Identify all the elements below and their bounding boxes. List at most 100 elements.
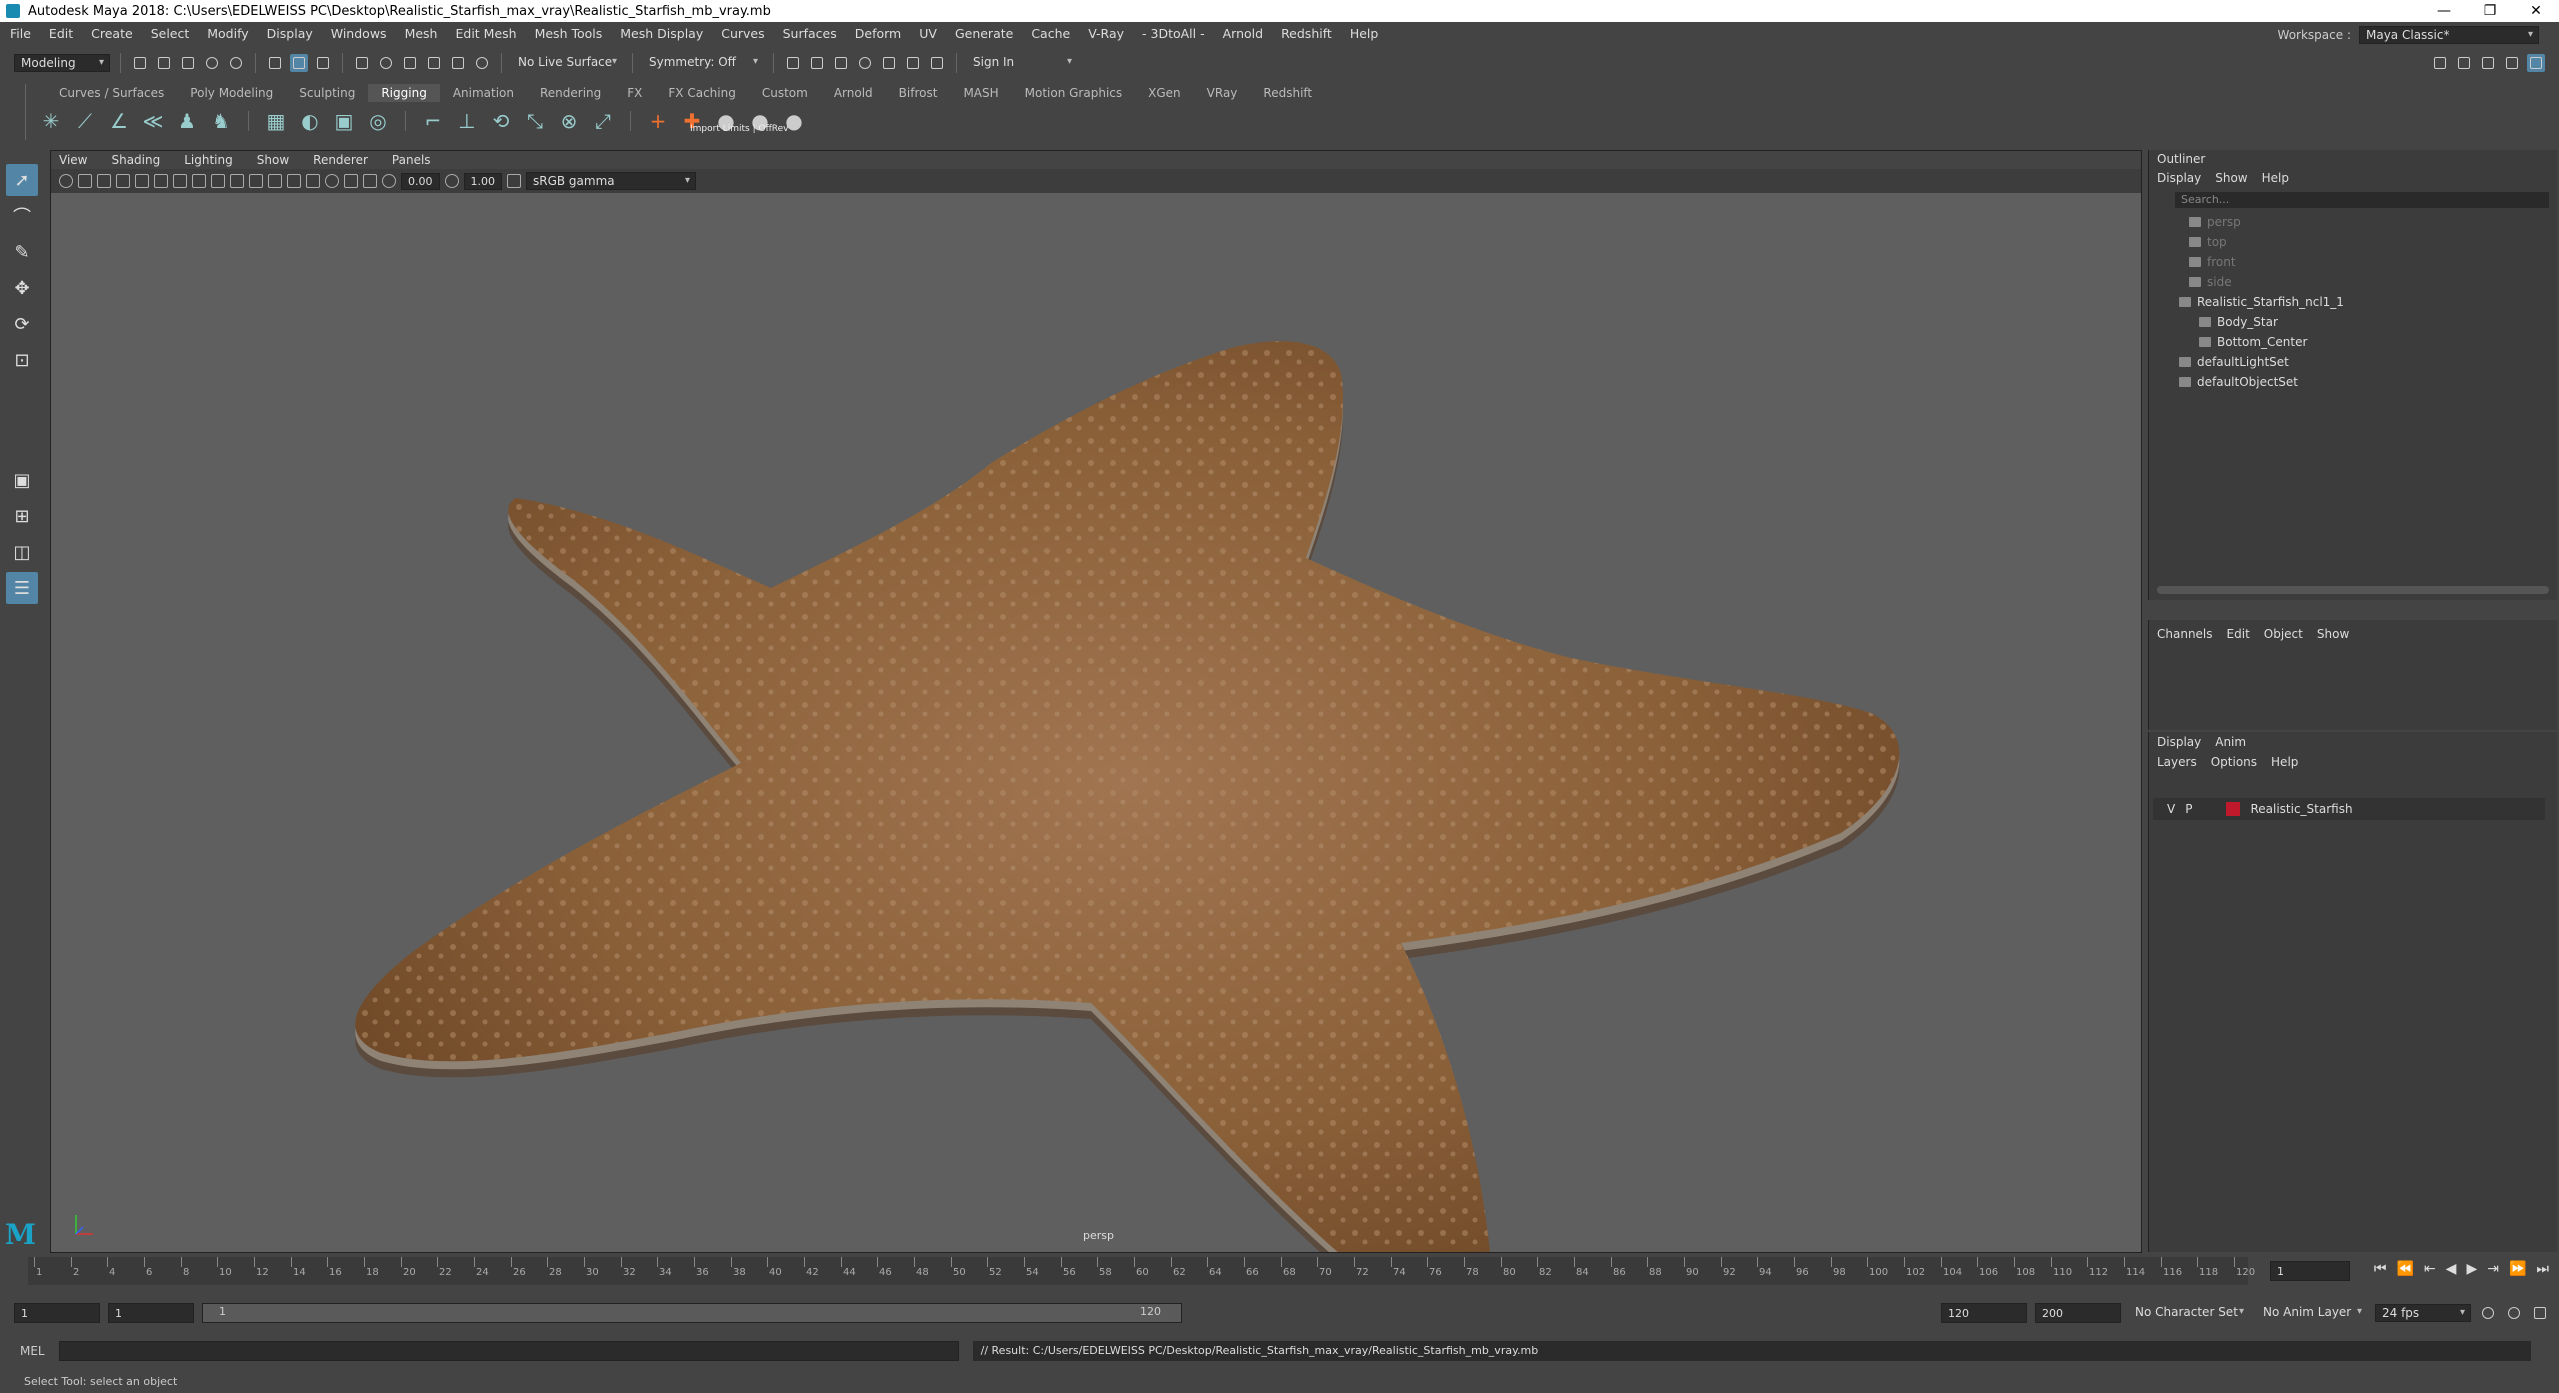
shelf-tab-rendering[interactable]: Rendering (527, 84, 614, 102)
shelf-tab-custom[interactable]: Custom (749, 84, 821, 102)
step-back-icon[interactable]: ⏪ (2396, 1261, 2413, 1277)
menu-item-cache[interactable]: Cache (1031, 26, 1070, 41)
parent-constraint-icon[interactable]: ⌐ (422, 110, 444, 132)
viewport-menu-panels[interactable]: Panels (392, 153, 431, 167)
lights-icon[interactable] (268, 174, 282, 188)
menu-item-edit-mesh[interactable]: Edit Mesh (455, 26, 516, 41)
loop-icon[interactable] (2479, 1304, 2497, 1322)
menu-item-redshift[interactable]: Redshift (1281, 26, 1332, 41)
shelf-tab-fx-caching[interactable]: FX Caching (655, 84, 748, 102)
menu-set-dropdown[interactable]: Modeling (14, 54, 110, 72)
image-plane-icon[interactable] (116, 174, 130, 188)
viewport-menu-view[interactable]: View (59, 153, 87, 167)
viewport-menu-show[interactable]: Show (257, 153, 289, 167)
scale-tool-icon[interactable]: ⊡ (6, 344, 38, 376)
outliner-item[interactable]: Realistic_Starfish_ncl1_1 (2149, 292, 2557, 312)
snap-live-icon[interactable] (473, 54, 491, 72)
channel-box-menu-show[interactable]: Show (2317, 627, 2349, 641)
outliner-item[interactable]: Bottom_Center (2149, 332, 2557, 352)
menu-item-curves[interactable]: Curves (721, 26, 764, 41)
grid-icon[interactable] (135, 174, 149, 188)
shelf-tab-motion-graphics[interactable]: Motion Graphics (1012, 84, 1136, 102)
maximize-button[interactable]: ❐ (2467, 0, 2513, 22)
channel-box-menu-channels[interactable]: Channels (2157, 627, 2213, 641)
outliner-item[interactable]: side (2149, 272, 2557, 292)
shelf-tab-sculpting[interactable]: Sculpting (286, 84, 368, 102)
outliner-menu-help[interactable]: Help (2262, 171, 2289, 185)
outliner-menu-show[interactable]: Show (2215, 171, 2247, 185)
orient-constraint-icon[interactable]: ⟲ (490, 110, 512, 132)
shelf-tab-mash[interactable]: MASH (950, 84, 1011, 102)
menu-item-v-ray[interactable]: V-Ray (1088, 26, 1124, 41)
rotate-tool-icon[interactable]: ⟳ (6, 308, 38, 340)
command-input[interactable] (58, 1341, 959, 1361)
minimize-button[interactable]: — (2421, 0, 2467, 22)
layer-visibility-toggle[interactable]: V (2167, 802, 2175, 816)
menu-item-arnold[interactable]: Arnold (1223, 26, 1263, 41)
shelf-tab-rigging[interactable]: Rigging (368, 84, 440, 102)
quick-rig-icon[interactable]: ♞ (210, 110, 232, 132)
select-component-icon[interactable] (314, 54, 332, 72)
menu-item-3dtoall[interactable]: - 3DtoAll - (1142, 26, 1205, 41)
two-pane-layout-icon[interactable]: ◫ (6, 536, 38, 568)
close-button[interactable]: ✕ (2513, 0, 2559, 22)
menu-item-windows[interactable]: Windows (331, 26, 387, 41)
smooth-shade-icon[interactable] (230, 174, 244, 188)
sign-in-button[interactable]: Sign In (967, 54, 1077, 72)
starfish-model[interactable] (51, 193, 2141, 1253)
lasso-tool-icon[interactable]: ⌒ (6, 200, 38, 232)
humanik-icon[interactable]: ♟ (176, 110, 198, 132)
point-constraint-icon[interactable]: ⊥ (456, 110, 478, 132)
bookmarks-icon[interactable] (97, 174, 111, 188)
outliner-item[interactable]: defaultLightSet (2149, 352, 2557, 372)
workspace-dropdown[interactable]: Maya Classic* (2359, 26, 2539, 44)
exposure-field[interactable]: 0.00 (401, 172, 440, 190)
film-gate-icon[interactable] (154, 174, 168, 188)
go-to-end-icon[interactable]: ⏭ (2536, 1261, 2549, 1277)
save-scene-icon[interactable] (179, 54, 197, 72)
tool-settings-icon[interactable] (2479, 54, 2497, 72)
outliner-item[interactable]: defaultObjectSet (2149, 372, 2557, 392)
menu-item-create[interactable]: Create (91, 26, 133, 41)
snap-point-icon[interactable] (401, 54, 419, 72)
gamma-icon[interactable] (444, 174, 459, 188)
menu-item-edit[interactable]: Edit (49, 26, 73, 41)
go-to-start-icon[interactable]: ⏮ (2374, 1261, 2387, 1277)
menu-item-surfaces[interactable]: Surfaces (783, 26, 837, 41)
menu-item-file[interactable]: File (10, 26, 31, 41)
command-language[interactable]: MEL (20, 1344, 45, 1358)
bind-skin-icon[interactable]: ▦ (265, 110, 287, 132)
ambient-occlusion-icon[interactable] (306, 174, 320, 188)
aim-constraint-icon[interactable]: ⊗ (558, 110, 580, 132)
isolate-select-icon[interactable] (325, 174, 339, 188)
play-backward-icon[interactable]: ◀ (2446, 1261, 2457, 1277)
locator-icon[interactable]: + (647, 110, 669, 132)
playback-end-field[interactable]: 120 (1941, 1303, 2027, 1323)
menu-item-deform[interactable]: Deform (855, 26, 901, 41)
gamma-field[interactable]: 1.00 (463, 172, 502, 190)
colorspace-dropdown[interactable]: sRGB gamma (526, 172, 696, 190)
layer-color-swatch[interactable] (2226, 802, 2241, 816)
joint-tool-icon[interactable]: ✳ (40, 110, 62, 132)
redo-icon[interactable] (227, 54, 245, 72)
playback-start-field[interactable]: 1 (108, 1303, 194, 1323)
menu-item-select[interactable]: Select (151, 26, 190, 41)
layer-playback-toggle[interactable]: P (2185, 802, 2192, 816)
four-view-layout-icon[interactable]: ⊞ (6, 500, 38, 532)
menu-item-modify[interactable]: Modify (207, 26, 248, 41)
current-frame-field[interactable]: 1 (2270, 1261, 2350, 1281)
menu-item-generate[interactable]: Generate (955, 26, 1013, 41)
select-tool-icon[interactable]: ➚ (6, 164, 38, 196)
paint-select-icon[interactable]: ✎ (6, 236, 38, 268)
ik-spline-icon[interactable]: ∠ (108, 110, 130, 132)
time-slider[interactable]: 1 2 4 6 8 10 12 14 16 18 20 22 24 26 28 30 32 34 36 38 40 42 4… (0, 1255, 2559, 1291)
render-sequence-icon[interactable] (808, 54, 826, 72)
menu-item-uv[interactable]: UV (919, 26, 937, 41)
viewport-panel[interactable]: View Shading Lighting Show Renderer Panels 0.… (50, 150, 2142, 1253)
viewport-menu-shading[interactable]: Shading (111, 153, 160, 167)
step-forward-key-icon[interactable]: ⇥ (2487, 1261, 2499, 1277)
outliner-search-input[interactable]: Search... (2175, 192, 2549, 208)
single-perspective-layout-icon[interactable]: ▣ (6, 464, 38, 496)
animation-start-field[interactable]: 1 (14, 1303, 100, 1323)
resolution-gate-icon[interactable] (173, 174, 187, 188)
